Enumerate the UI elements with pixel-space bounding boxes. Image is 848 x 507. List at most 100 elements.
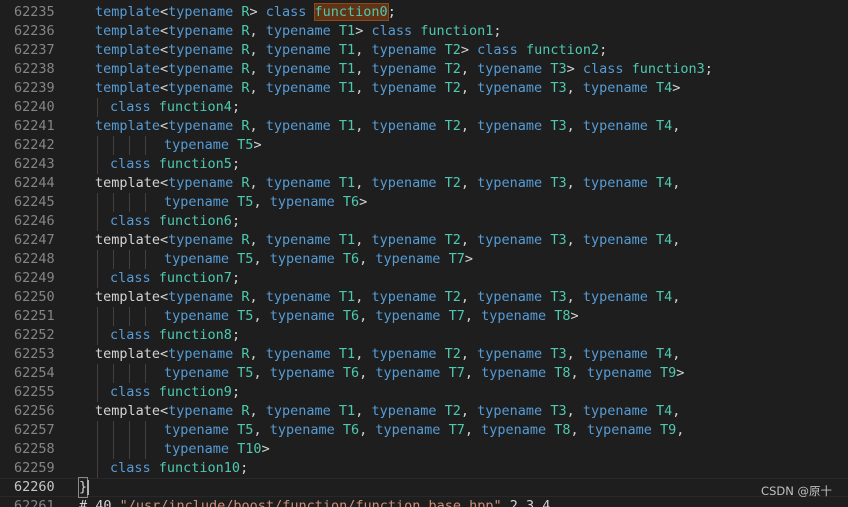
indent-guide [97, 364, 98, 383]
plain-token: , [566, 232, 583, 248]
plain-token: ; [493, 23, 502, 39]
code-line[interactable]: 62249 class function7; [0, 269, 848, 288]
code-line[interactable]: 62251 typename T5, typename T6, typename … [0, 307, 848, 326]
code-line[interactable]: 62259 class function10; [0, 459, 848, 478]
identifier-token: T5 [237, 365, 254, 381]
code-line[interactable]: 62245 typename T5, typename T6> [0, 193, 848, 212]
code-line[interactable]: 62235 template<typename R> class function… [0, 3, 848, 22]
keyword-token: template [95, 23, 161, 39]
keyword-token: typename [371, 289, 437, 305]
keyword-token: typename [164, 194, 230, 210]
plain-token: < [160, 23, 169, 39]
plain-token: , [460, 289, 478, 305]
keyword-token: typename [269, 194, 335, 210]
keyword-token: typename [477, 403, 543, 419]
keyword-token: typename [265, 80, 331, 96]
code-line[interactable]: 62236 template<typename R, typename T1> c… [0, 22, 848, 41]
code-line[interactable]: 62244 template<typename R, typename T1, t… [0, 174, 848, 193]
keyword-token: typename [168, 4, 234, 20]
plain-token: , [672, 289, 681, 305]
code-line[interactable]: 62247 template<typename R, typename T1, t… [0, 231, 848, 250]
plain-token: , [570, 365, 587, 381]
plain-token: , [464, 308, 482, 324]
code-line[interactable]: 62238 template<typename R, typename T1, t… [0, 60, 848, 79]
identifier-token: T8 [554, 422, 571, 438]
code-text: template<typename R, typename T1> class … [95, 22, 502, 41]
plain-token: < [160, 289, 169, 305]
keyword-token: typename [477, 118, 543, 134]
plain-token: # 40 [79, 498, 120, 507]
identifier-token: T2 [444, 232, 461, 248]
line-number: 62258 [14, 441, 55, 457]
code-editor[interactable]: 62261 # 40 "/usr/include/boost/function/f… [0, 0, 848, 507]
code-line[interactable]: 62260} [0, 477, 848, 498]
line-number: 62250 [14, 289, 55, 305]
code-line[interactable]: 62255 class function9; [0, 383, 848, 402]
identifier-token: T1 [338, 403, 356, 419]
plain-token: , [249, 23, 266, 39]
code-line[interactable]: 62240 class function4; [0, 98, 848, 117]
code-line[interactable]: 62254 typename T5, typename T6, typename … [0, 364, 848, 383]
code-line[interactable]: 62258 typename T10> [0, 440, 848, 459]
indent-guide [145, 193, 146, 212]
plain-token: , [359, 251, 376, 267]
keyword-token: typename [375, 251, 441, 267]
keyword-token: typename [477, 346, 543, 362]
identifier-token: T4 [656, 289, 673, 305]
code-line[interactable]: 62261 # 40 "/usr/include/boost/function/f… [0, 497, 848, 507]
code-line[interactable]: 62250 template<typename R, typename T1, t… [0, 288, 848, 307]
keyword-token: typename [371, 403, 437, 419]
keyword-token: typename [582, 118, 648, 134]
keyword-token: typename [265, 23, 331, 39]
plain-token: , [570, 422, 587, 438]
indent-guide [97, 459, 98, 478]
indent-guide [129, 440, 130, 459]
indent-guide [97, 440, 98, 459]
plain-token: , [460, 80, 478, 96]
identifier-token: T3 [550, 80, 567, 96]
keyword-token: typename [168, 118, 234, 134]
line-number: 62254 [14, 365, 55, 381]
code-line[interactable]: 62242 typename T5> [0, 136, 848, 155]
plain-token: , [460, 61, 478, 77]
plain-token: > [249, 4, 266, 20]
indent-guide [113, 250, 114, 269]
keyword-token: class [265, 4, 307, 20]
code-line[interactable]: 62237 template<typename R, typename T1, t… [0, 41, 848, 60]
line-number: 62238 [14, 61, 55, 77]
plain-token: < [160, 118, 169, 134]
code-line[interactable]: 62239 template<typename R, typename T1, t… [0, 79, 848, 98]
line-number: 62260 [14, 479, 55, 495]
code-line[interactable]: 62252 class function8; [0, 326, 848, 345]
keyword-token: typename [168, 23, 234, 39]
code-line[interactable]: 62243 class function5; [0, 155, 848, 174]
code-line[interactable]: 62256 template<typename R, typename T1, t… [0, 402, 848, 421]
plain-token: < [160, 80, 169, 96]
indent-guide [145, 421, 146, 440]
identifier-token: T6 [342, 365, 360, 381]
plain-token: , [566, 118, 583, 134]
line-number: 62253 [14, 346, 55, 362]
plain-token: , [464, 365, 482, 381]
code-line[interactable]: 62241 template<typename R, typename T1, t… [0, 117, 848, 136]
plain-token: ; [231, 384, 241, 400]
code-line[interactable]: 62257 typename T5, typename T6, typename … [0, 421, 848, 440]
code-line[interactable]: 62246 class function6; [0, 212, 848, 231]
plain-token: > [672, 80, 681, 96]
identifier-token: T8 [554, 308, 571, 324]
indent-guide [97, 136, 98, 155]
line-number: 62246 [14, 213, 55, 229]
code-line[interactable]: 62253 template<typename R, typename T1, t… [0, 345, 848, 364]
code-line[interactable]: 62248 typename T5, typename T6, typename … [0, 250, 848, 269]
